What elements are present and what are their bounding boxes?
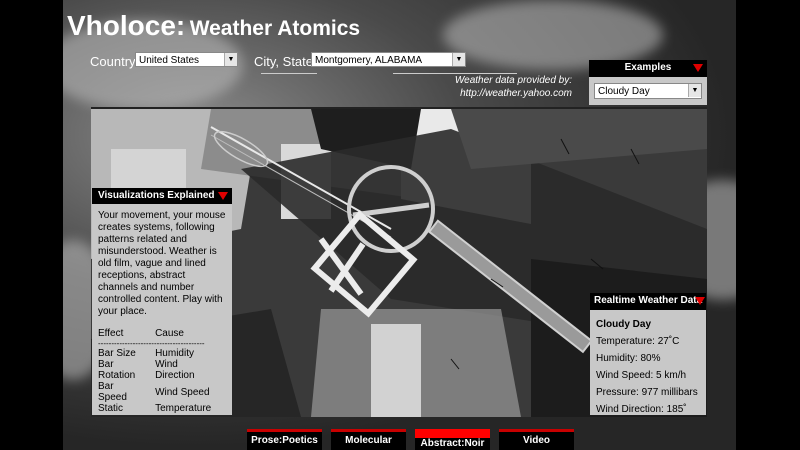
cause-cell: Temperature: [155, 403, 212, 414]
country-select[interactable]: United States ▼: [135, 52, 238, 67]
tab-prose-poetics[interactable]: Prose:Poetics: [247, 429, 322, 450]
table-row: Bar Size Humidity: [98, 348, 226, 359]
table-divider: ----------------------------------------: [98, 339, 205, 348]
effect-cause-table: Effect Cause ---------------------------…: [98, 328, 226, 414]
app-subtitle: Weather Atomics: [189, 17, 361, 40]
column-header-cause: Cause: [155, 328, 184, 339]
examples-title: Examples: [624, 62, 672, 73]
weather-condition: Cloudy Day: [596, 319, 652, 330]
humidity-value: Humidity: 80%: [596, 353, 661, 364]
chevron-down-icon[interactable]: ▼: [688, 84, 701, 97]
tab-abstract-noir[interactable]: Abstract:Noir: [415, 429, 490, 450]
tab-molecular[interactable]: Molecular: [331, 429, 406, 450]
effect-cell: Bar Size: [98, 348, 136, 359]
data-credit: Weather data provided by: http://weather…: [455, 74, 572, 100]
triangle-down-icon[interactable]: [218, 192, 228, 200]
table-row: Static Temperature: [98, 403, 226, 414]
city-label: City, State:: [254, 54, 317, 69]
triangle-down-icon[interactable]: [695, 297, 705, 305]
examples-value: Cloudy Day: [598, 86, 650, 97]
chevron-down-icon[interactable]: ▼: [224, 53, 237, 66]
cause-cell: Wind Direction: [155, 359, 195, 381]
realtime-title: Realtime Weather Data: [594, 295, 703, 306]
explain-panel: Your movement, your mouse creates system…: [92, 204, 232, 415]
country-label: Country:: [90, 54, 140, 69]
explain-header[interactable]: Visualizations Explained: [92, 188, 232, 204]
table-header-row: Effect Cause: [98, 328, 226, 339]
table-row: Bar Rotation Wind Direction: [98, 359, 226, 381]
effect-cell: Bar Speed: [98, 381, 127, 403]
explain-title: Visualizations Explained: [98, 190, 215, 201]
temperature-value: Temperature: 27˚C: [596, 336, 680, 347]
explain-body: Your movement, your mouse creates system…: [98, 210, 226, 317]
app-title: Vholoce: Weather Atomics: [67, 10, 360, 42]
column-header-effect: Effect: [98, 328, 124, 339]
country-value: United States: [139, 55, 200, 66]
effect-cell: Bar Rotation: [98, 359, 136, 381]
realtime-panel: Cloudy Day Temperature: 27˚C Humidity: 8…: [590, 310, 706, 415]
chevron-down-icon[interactable]: ▼: [452, 53, 465, 66]
effect-cell: Static: [98, 403, 124, 414]
examples-header[interactable]: Examples: [589, 60, 707, 77]
brand-name: Vholoce:: [67, 10, 186, 41]
cause-cell: Humidity: [155, 348, 194, 359]
wind-direction-value: Wind Direction: 185˚: [596, 404, 687, 415]
table-row: Bar Speed Wind Speed: [98, 381, 226, 403]
credit-line: Weather data provided by:: [454, 75, 572, 86]
pressure-value: Pressure: 977 millibars: [596, 387, 698, 398]
wind-speed-value: Wind Speed: 5 km/h: [596, 370, 687, 381]
examples-select[interactable]: Cloudy Day ▼: [594, 83, 702, 99]
divider-line: [261, 73, 317, 74]
realtime-header[interactable]: Realtime Weather Data: [590, 293, 706, 310]
triangle-down-icon[interactable]: [693, 64, 703, 72]
city-select[interactable]: Montgomery, ALABAMA ▼: [311, 52, 466, 67]
cause-cell: Wind Speed: [155, 386, 210, 398]
city-value: Montgomery, ALABAMA: [315, 55, 423, 66]
app-window: Vholoce: Weather Atomics Country: United…: [63, 0, 736, 450]
credit-link[interactable]: http://weather.yahoo.com: [455, 87, 572, 100]
tab-video[interactable]: Video: [499, 429, 574, 450]
